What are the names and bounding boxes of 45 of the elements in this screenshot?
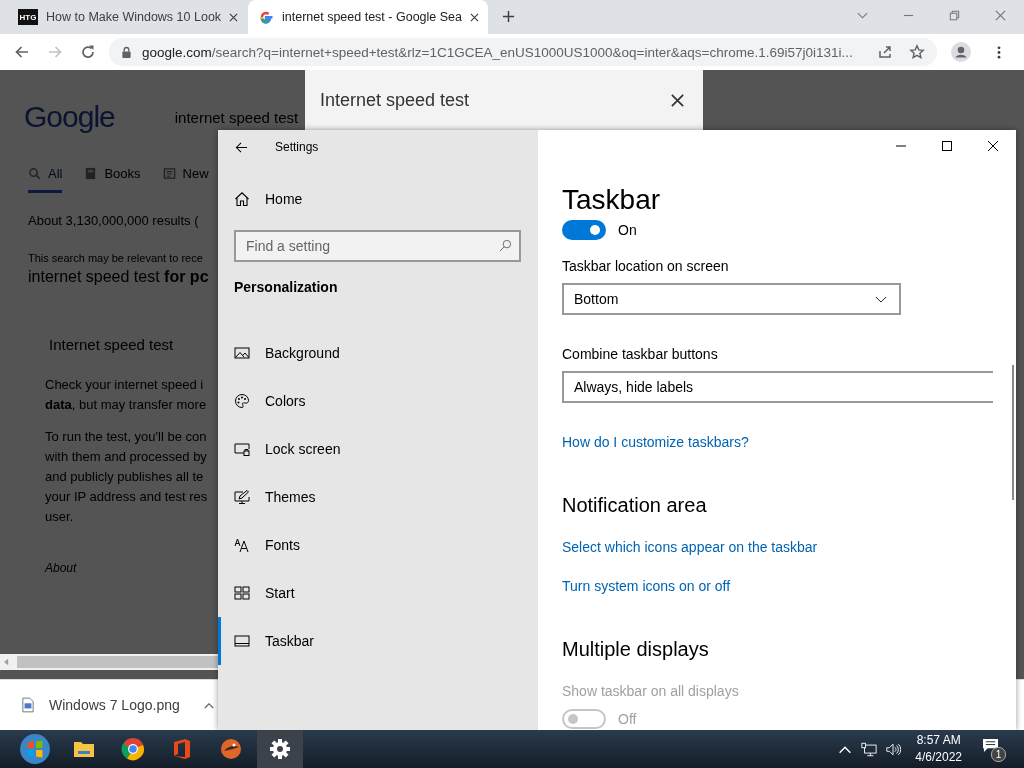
setting-label: Show taskbar on all displays <box>562 682 739 701</box>
search-query: internet speed test <box>174 108 299 126</box>
nav-item[interactable]: Taskbar <box>218 617 538 665</box>
browser-tab[interactable]: HTG How to Make Windows 10 Look <box>8 0 248 34</box>
nav-item[interactable]: Colors <box>218 377 538 425</box>
setting-label: Taskbar location on screen <box>562 257 730 276</box>
section-heading: Multiple displays <box>562 637 709 662</box>
section-heading: Personalization <box>234 279 339 295</box>
notification-count: 1 <box>991 747 1006 762</box>
toggle-state: On <box>618 222 637 238</box>
nav-item[interactable]: Lock screen <box>218 425 538 473</box>
dropdown[interactable]: Always, hide labels <box>562 371 993 403</box>
link[interactable]: Turn system icons on or off <box>562 576 731 596</box>
search-field[interactable]: Find a setting <box>234 230 521 262</box>
setting-label: Combine taskbar buttons <box>562 345 719 364</box>
toggle-state: Off <box>618 711 637 727</box>
search-notice: This search may be relevant to rece <box>28 252 203 264</box>
paragraph-line: your IP address and test res <box>45 488 208 506</box>
paragraph-line: user. <box>45 508 75 526</box>
card-title: Internet speed test <box>49 336 174 353</box>
paragraph-line: To run the test, you'll be con <box>45 428 208 446</box>
dialog-title: Internet speed test <box>320 89 470 111</box>
window-title: Settings <box>275 140 319 154</box>
page-heading: Taskbar <box>562 183 661 217</box>
link[interactable]: How do I customize taskbars? <box>562 432 749 452</box>
site-favicon: HTG <box>18 9 38 25</box>
dropdown[interactable]: Bottom <box>562 283 901 315</box>
address-bar[interactable]: google.com/search?q=internet+speed+test&rlz=1C1GCEA_enUS1000US1000&oq=inter&aqs=chrome.1.69i57j0i131i... <box>109 38 937 66</box>
results-count: About 3,130,000,000 results ( <box>28 213 199 228</box>
nav-item[interactable]: Fonts <box>218 521 538 569</box>
clock-time: 8:57 AM <box>916 732 961 749</box>
browser-tab[interactable]: internet speed test - Google Sea <box>248 0 488 34</box>
home-nav-item[interactable]: Home <box>218 179 538 219</box>
download-file-name[interactable]: Windows 7 Logo.png <box>49 697 180 713</box>
section-heading: Notification area <box>562 493 707 518</box>
paragraph-line: and publicly publishes all te <box>45 468 205 486</box>
paragraph-line: with them and processed by <box>45 448 208 466</box>
paragraph-line: data, but may transfer more <box>45 396 207 414</box>
nav-item[interactable]: Themes <box>218 473 538 521</box>
nav-item[interactable]: Background <box>218 329 538 377</box>
paragraph-line: Check your internet speed i <box>45 376 205 394</box>
nav-item[interactable]: Start <box>218 569 538 617</box>
google-logo: Google <box>24 100 115 134</box>
clock-date: 4/6/2022 <box>915 749 962 766</box>
link[interactable]: Select which icons appear on the taskbar <box>562 537 818 557</box>
